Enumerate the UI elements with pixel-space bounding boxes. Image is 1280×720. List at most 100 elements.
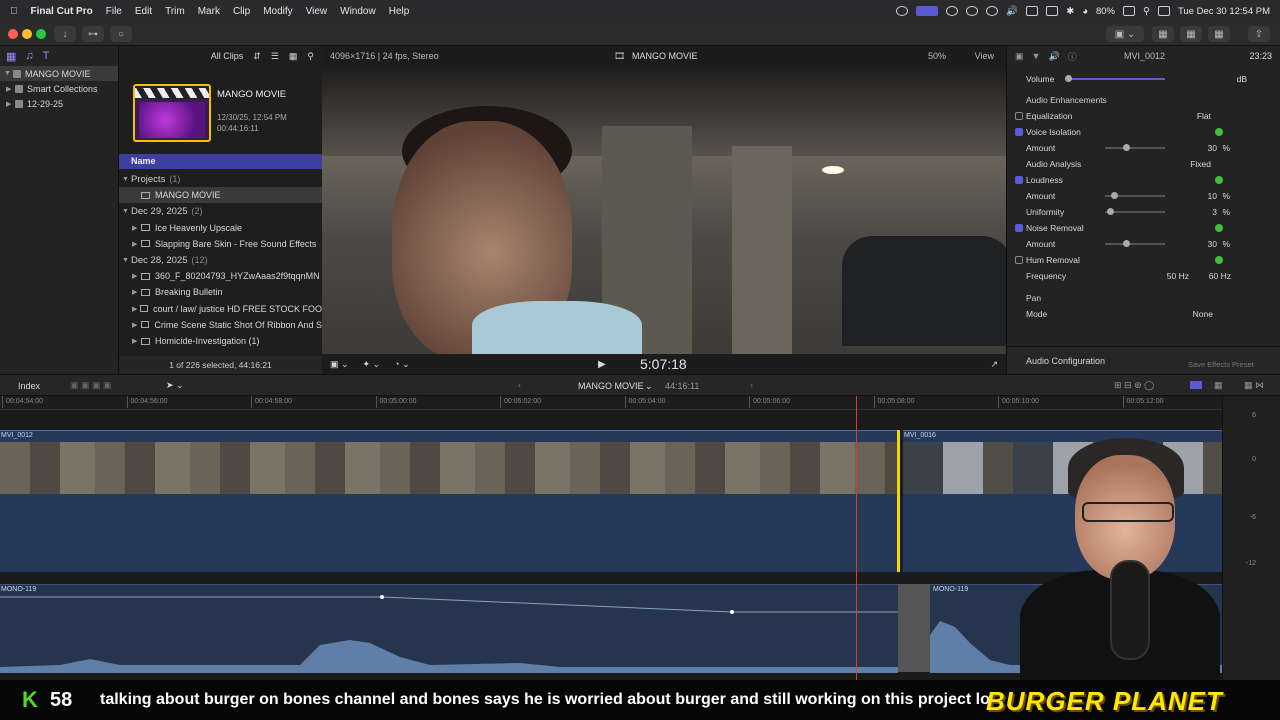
color-inspector-icon[interactable]: ▼ [1032, 51, 1041, 61]
disclosure-closed-icon[interactable]: ▶ [6, 100, 15, 108]
zoom-window-button[interactable] [36, 29, 46, 39]
keyboard-icon[interactable] [1026, 6, 1039, 16]
list-view-icon[interactable]: ☰ [271, 51, 279, 62]
browser-clip-row[interactable]: ▶ 360_F_80204793_HYZwAaas2f9tqqnMN [119, 268, 322, 284]
play-button[interactable]: ▶ [598, 359, 606, 370]
menu-clip[interactable]: Clip [233, 6, 250, 17]
amount-slider[interactable] [1105, 208, 1165, 215]
edit-buttons-icon[interactable]: ▣ ▣ ▣ ▣ [70, 380, 112, 391]
video-clip[interactable]: MVI_0012 [0, 430, 898, 572]
appearance-icon[interactable]: ▦ [289, 51, 298, 62]
display-icon[interactable] [1046, 6, 1059, 16]
battery-icon[interactable] [1122, 6, 1135, 16]
save-effects-preset-button[interactable]: Save Effects Preset [1188, 360, 1254, 369]
disclosure-open-icon[interactable]: ▼ [4, 70, 13, 77]
browser-group-row[interactable]: ▼ Dec 29, 2025 (2) [119, 203, 322, 219]
search-icon[interactable]: ⚲ [1143, 6, 1150, 17]
timeline-ruler[interactable]: 00:04:54:00 00:04:56:00 00:04:58:00 00:05:0… [0, 396, 1222, 410]
forward-icon[interactable]: › [750, 380, 753, 390]
music-icon[interactable]: ♫ [25, 50, 33, 62]
disclosure-open-icon[interactable]: ▼ [122, 208, 131, 215]
menu-mark[interactable]: Mark [198, 6, 220, 17]
menu-view[interactable]: View [306, 6, 328, 17]
show-timeline-icon[interactable]: ▦ [1180, 26, 1202, 42]
titles-icon[interactable]: T [43, 50, 50, 62]
show-inspector-icon[interactable]: ▦ [1208, 26, 1230, 42]
playhead[interactable] [856, 396, 857, 680]
audio-gap[interactable] [898, 584, 930, 672]
menu-window[interactable]: Window [340, 6, 376, 17]
volume-icon[interactable]: 🔊 [1006, 6, 1018, 17]
transform-icon[interactable]: ▣ ⌄ [330, 359, 349, 370]
audio-inspector-icon[interactable]: 🔊 [1048, 51, 1059, 62]
search-icon[interactable]: ⚲ [307, 51, 314, 62]
browser-group-row[interactable]: ▼ Projects (1) [119, 171, 322, 187]
event-12-29-25[interactable]: ▶ 12-29-25 [0, 96, 118, 111]
enable-checkbox[interactable] [1015, 128, 1023, 136]
enhance-icon[interactable]: ✦ ⌄ [363, 359, 381, 370]
fullscreen-icon[interactable]: ↗ [990, 359, 998, 370]
filter-chevron-icon[interactable]: ⇵ [253, 51, 261, 62]
app-menu[interactable]: Final Cut Pro [31, 6, 93, 17]
enable-checkbox[interactable] [1015, 224, 1023, 232]
import-icon[interactable]: ↓ [54, 26, 76, 42]
row-value[interactable]: Fixed [1190, 159, 1211, 169]
row-value[interactable]: 30 [1208, 143, 1217, 153]
row-value-2[interactable]: 60 Hz [1209, 271, 1231, 281]
wifi-icon[interactable]: ◕ [1082, 6, 1088, 17]
project-thumbnail[interactable] [133, 84, 211, 142]
menu-file[interactable]: File [106, 6, 122, 17]
keyword-icon[interactable]: ⊶ [82, 26, 104, 42]
row-value[interactable]: 10 [1208, 191, 1217, 201]
enable-checkbox[interactable] [1015, 176, 1023, 184]
volume-slider[interactable] [1065, 75, 1165, 82]
browser-clip-row[interactable]: ▶ Crime Scene Static Shot Of Ribbon And S [119, 317, 322, 333]
row-value[interactable]: 30 [1208, 239, 1217, 249]
clip-appearance-icon[interactable]: ▦ [1214, 380, 1223, 391]
back-icon[interactable]: ‹ [518, 380, 521, 390]
zoom-dropdown[interactable]: 50% [928, 51, 946, 61]
browser-clip-row[interactable]: ▶ Breaking Bulletin [119, 284, 322, 300]
browser-clip-row[interactable]: ▶ court / law/ justice HD FREE STOCK FOO [119, 301, 322, 317]
skimming-icon[interactable] [1190, 381, 1202, 389]
timeline-project-name[interactable]: MANGO MOVIE [578, 381, 644, 391]
audio-enhancements-header[interactable]: Audio Enhancements [1007, 92, 1280, 108]
pan-header[interactable]: Pan [1007, 290, 1280, 306]
row-value[interactable]: Flat [1197, 111, 1211, 121]
disclosure-closed-icon[interactable]: ▶ [6, 85, 15, 93]
clip-filter-dropdown[interactable]: All Clips [211, 51, 244, 61]
share-icon[interactable]: ⇧ [1248, 26, 1270, 42]
disclosure-closed-icon[interactable]: ▶ [132, 305, 140, 313]
play-circle-icon[interactable] [986, 6, 999, 16]
index-button[interactable]: Index [18, 381, 40, 391]
control-center-icon[interactable] [1157, 6, 1170, 16]
disc-icon[interactable] [966, 6, 979, 16]
background-tasks-icon[interactable]: ○ [110, 26, 132, 42]
disclosure-open-icon[interactable]: ▼ [122, 176, 131, 183]
browser-group-row[interactable]: ▼ Dec 28, 2025 (12) [119, 252, 322, 268]
menu-edit[interactable]: Edit [135, 6, 152, 17]
disclosure-closed-icon[interactable]: ▶ [132, 288, 141, 296]
amount-slider[interactable] [1105, 240, 1165, 247]
screen-record-icon[interactable] [916, 6, 939, 16]
amount-slider[interactable] [1105, 144, 1165, 151]
browser-clip-row[interactable]: ▶ Slapping Bare Skin - Free Sound Effects [119, 236, 322, 252]
audio-configuration-header[interactable]: Audio Configuration [1026, 356, 1105, 366]
timecode-display[interactable]: 5:07:18 [640, 354, 687, 374]
view-dropdown[interactable]: View [975, 51, 994, 61]
browser-clip-row[interactable]: MANGO MOVIE [119, 187, 322, 204]
clock[interactable]: Tue Dec 30 12:54 PM [1178, 6, 1270, 17]
disclosure-open-icon[interactable]: ▼ [122, 257, 131, 264]
enable-checkbox[interactable] [1015, 256, 1023, 264]
amount-slider[interactable] [1105, 192, 1165, 199]
project-chevron-icon[interactable]: ⌄ [645, 381, 653, 392]
apple-icon[interactable]:  [10, 6, 18, 17]
name-column-header[interactable]: Name [119, 154, 322, 169]
disclosure-closed-icon[interactable]: ▶ [132, 272, 141, 280]
video-frame[interactable] [322, 66, 1006, 354]
bluetooth-icon[interactable]: ✱ [1066, 6, 1074, 17]
menu-help[interactable]: Help [389, 6, 410, 17]
disclosure-closed-icon[interactable]: ▶ [132, 337, 141, 345]
grid-icon[interactable] [946, 6, 959, 16]
pan-mode-dropdown[interactable]: None [1193, 309, 1213, 319]
